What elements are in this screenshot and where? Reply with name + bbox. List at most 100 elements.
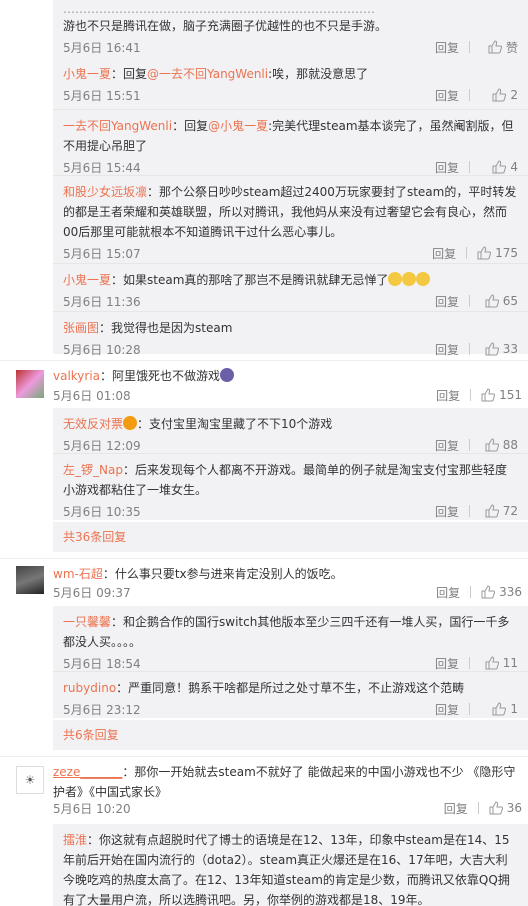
laugh-emoji-icon [402, 272, 417, 286]
thumb-up-icon [485, 294, 499, 308]
reply-text: 游也不只是腾讯在做，脑子充满圈子优越性的也不只是手游。 [63, 19, 388, 33]
like-count: 2 [510, 88, 518, 102]
reply-time: 5月6日 10:35 [63, 504, 141, 519]
reply-prefix: ：回复 [172, 119, 209, 133]
divider [0, 558, 528, 559]
reply-button[interactable]: 回复 [435, 437, 459, 454]
like-button[interactable]: 36 [489, 801, 522, 815]
comment-item: valkyria：阿里饿死也不做游戏 5月6日 01:08 回复 151 [0, 366, 528, 406]
reply-time: 5月6日 11:36 [63, 294, 141, 309]
divider [466, 247, 468, 259]
comment-username[interactable]: wm-石超 [53, 567, 103, 581]
reply-text: ：我觉得也是因为steam [99, 321, 233, 335]
reply-username[interactable]: 和股少女远坂凛 [63, 185, 147, 199]
reply-button[interactable]: 回复 [435, 341, 459, 358]
like-count: 175 [495, 246, 518, 260]
reply-item: 一去不回YangWenli：回复@小鬼一夏:完美代理steam基本谈完了，虽然阉… [53, 110, 528, 176]
like-count: 151 [499, 388, 522, 402]
more-replies-link[interactable]: 共6条回复 [53, 720, 528, 750]
reply-time: 5月6日 15:51 [63, 88, 141, 103]
reply-text: ：你这就有点超脱时代了博士的语境是在12、13年，印象中steam是在14、15… [63, 833, 510, 906]
reply-button[interactable]: 回复 [435, 503, 459, 520]
like-button[interactable]: 88 [480, 438, 518, 452]
avatar[interactable]: ☀ [16, 766, 44, 794]
reply-button[interactable]: 回复 [435, 39, 459, 56]
like-count: 1 [510, 702, 518, 716]
reply-username[interactable]: 一只馨馨 [63, 615, 111, 629]
thumb-up-icon [488, 40, 502, 54]
like-button[interactable]: 11 [480, 656, 518, 670]
like-count: 33 [502, 342, 518, 356]
reply-text: ：支付宝里淘宝里藏了不下10个游戏 [137, 417, 333, 431]
like-button[interactable]: 赞 [480, 39, 518, 56]
reply-username[interactable]: 擂淮 [63, 833, 87, 847]
reply-button[interactable]: 回复 [432, 245, 456, 262]
like-count: 36 [506, 801, 522, 815]
laugh-emoji-icon [388, 272, 403, 286]
like-button[interactable]: 1 [480, 702, 518, 716]
like-button[interactable]: 65 [480, 294, 518, 308]
reply-button[interactable]: 回复 [444, 800, 468, 817]
reply-prefix: ：回复 [111, 67, 148, 81]
avatar[interactable] [16, 370, 44, 398]
badge-icon [123, 416, 138, 430]
reply-username[interactable]: 小鬼一夏 [63, 67, 111, 81]
reply-username[interactable]: rubydino [63, 681, 116, 695]
reply-item: 左_锣_Nap：后来发现每个人都离不开游戏。最简单的例子就是淘宝支付宝那些轻度小… [53, 454, 528, 520]
reply-username[interactable]: 左_锣_Nap [63, 463, 123, 477]
divider [469, 295, 470, 307]
like-button[interactable]: 151 [481, 388, 522, 402]
thumb-up-icon [485, 504, 499, 518]
divider [469, 343, 470, 355]
like-button[interactable]: 33 [480, 342, 518, 356]
mention-link[interactable]: @一去不回YangWenli [147, 67, 268, 81]
like-count: 65 [502, 294, 518, 308]
reply-button[interactable]: 回复 [435, 87, 459, 104]
reply-button[interactable]: 回复 [435, 293, 459, 310]
more-replies-link[interactable]: 共36条回复 [53, 522, 528, 552]
comment-username[interactable]: zeze_______ [53, 765, 122, 779]
mention-link[interactable]: @小鬼一夏 [208, 119, 268, 133]
like-button[interactable]: 175 [477, 246, 518, 260]
laugh-emoji-icon [416, 272, 431, 286]
reply-username[interactable]: 一去不回YangWenli [63, 119, 172, 133]
thumb-up-icon [485, 656, 499, 670]
like-count: 4 [510, 160, 518, 174]
comment-username[interactable]: valkyria [53, 369, 100, 383]
reply-button[interactable]: 回复 [436, 584, 460, 601]
reply-item: 和股少女远坂凛：那个公祭日吵吵steam超过2400万玩家要封了steam的，平… [53, 176, 528, 264]
reply-button[interactable]: 回复 [435, 655, 459, 672]
thumb-up-icon [477, 246, 492, 260]
divider [469, 657, 470, 669]
like-button[interactable]: 4 [480, 160, 518, 174]
comment-text: ：阿里饿死也不做游戏 [100, 369, 221, 383]
thumb-up-icon [481, 585, 496, 599]
reply-username[interactable]: 小鬼一夏 [63, 273, 111, 287]
reply-item: 小鬼一夏：回复@一去不回YangWenli:唉，那就没意思了 5月6日 15:5… [53, 58, 528, 110]
divider [477, 802, 479, 814]
thumb-up-icon [485, 342, 499, 356]
reply-username[interactable]: 无效反对票 [63, 417, 123, 431]
divider [0, 756, 528, 757]
reply-username[interactable]: 张画图 [63, 321, 99, 335]
thumb-up-icon [492, 702, 507, 716]
like-button[interactable]: 336 [481, 585, 522, 599]
reply-meta: 5月6日 16:41 回复 赞 [63, 36, 518, 58]
reply-item: 无效反对票 ：支付宝里淘宝里藏了不下10个游戏 5月6日 12:09 回复 88 [53, 408, 528, 454]
comment-text: ：那你一开始就去steam不就好了 能做起来的中国小游戏也不少 《隐形守护者》《… [53, 765, 516, 799]
thumb-up-icon [492, 88, 507, 102]
reply-button[interactable]: 回复 [436, 387, 460, 404]
reply-item: 小鬼一夏：如果steam真的那啥了那岂不是腾讯就肆无忌惮了 5月6日 11:36… [53, 264, 528, 312]
avatar[interactable] [16, 566, 44, 594]
sun-icon: ☀ [24, 773, 36, 787]
cutoff-text: …………………………………………………………………… [63, 2, 375, 14]
reply-button[interactable]: 回复 [435, 159, 459, 176]
like-button[interactable]: 72 [480, 504, 518, 518]
divider [469, 41, 470, 53]
reply-time: 5月6日 12:09 [63, 438, 141, 453]
like-button[interactable]: 2 [480, 88, 518, 102]
reply-text: ：如果steam真的那啥了那岂不是腾讯就肆无忌惮了 [111, 273, 389, 287]
reply-button[interactable]: 回复 [435, 701, 459, 718]
like-count: 72 [502, 504, 518, 518]
reply-text: :唉，那就没意思了 [268, 67, 369, 81]
